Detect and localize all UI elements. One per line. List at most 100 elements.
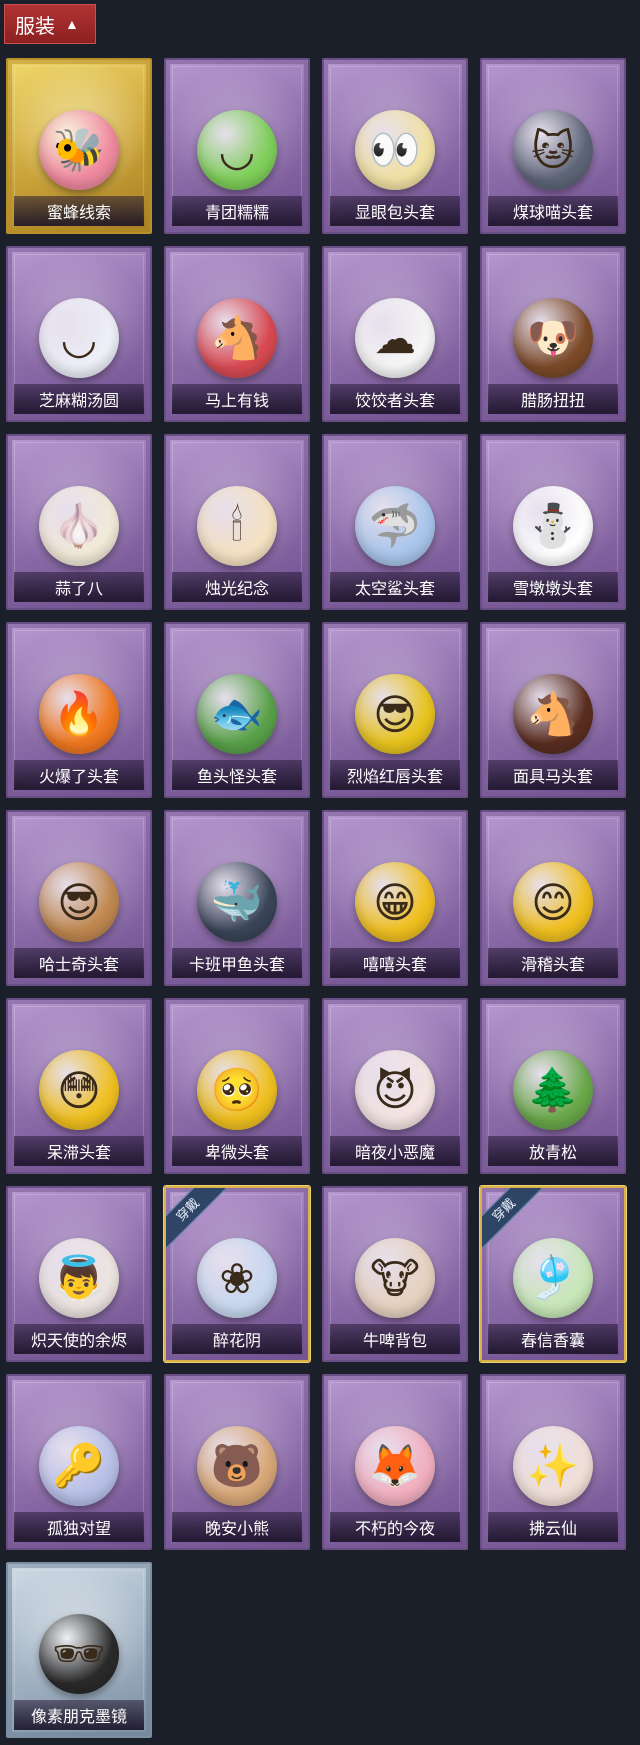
whale-head-icon: 🐳: [197, 862, 277, 942]
costume-item-card[interactable]: 🔑 孤独对望: [6, 1374, 152, 1550]
costume-item-card[interactable]: 🐟 鱼头怪头套: [164, 622, 310, 798]
shark-head-icon: 🦈: [355, 486, 435, 566]
fairy-keychain-icon: ✨: [513, 1426, 593, 1506]
funny-emoji-head-icon: 😊: [513, 862, 593, 942]
item-name-label: 暗夜小恶魔: [330, 1136, 460, 1166]
costume-item-card[interactable]: 🐮 牛啤背包: [322, 1186, 468, 1362]
item-name-label: 放青松: [488, 1136, 618, 1166]
costume-item-card[interactable]: 🥺 卑微头套: [164, 998, 310, 1174]
item-name-label: 拂云仙: [488, 1512, 618, 1542]
item-name-label: 卡班甲鱼头套: [172, 948, 302, 978]
costume-item-card[interactable]: 🐶 腊肠扭扭: [480, 246, 626, 422]
costume-item-card[interactable]: 🐱 煤球喵头套: [480, 58, 626, 234]
gray-cat-head-icon: 🐱: [513, 110, 593, 190]
item-name-label: 火爆了头套: [14, 760, 144, 790]
item-name-label: 烛光纪念: [172, 572, 302, 602]
item-name-label: 滑稽头套: [488, 948, 618, 978]
section-title: 服装: [15, 15, 55, 38]
horse-mask-head-icon: 🐴: [513, 674, 593, 754]
angel-figure-icon: 👼: [39, 1238, 119, 1318]
costume-item-card[interactable]: 穿戴 ❀ 醉花阴: [164, 1186, 310, 1362]
chevron-up-icon: ▲: [65, 16, 79, 32]
yellow-mouse-head-icon: 😎: [355, 674, 435, 754]
costume-item-card[interactable]: ◡ 青团糯糯: [164, 58, 310, 234]
humble-emoji-head-icon: 🥺: [197, 1050, 277, 1130]
devil-bust-icon: 😈: [355, 1050, 435, 1130]
costume-item-card[interactable]: ✨ 拂云仙: [480, 1374, 626, 1550]
item-name-label: 腊肠扭扭: [488, 384, 618, 414]
costume-item-card[interactable]: 🐻 晚安小熊: [164, 1374, 310, 1550]
costume-item-card[interactable]: 🕯 烛光纪念: [164, 434, 310, 610]
item-name-label: 呆滞头套: [14, 1136, 144, 1166]
snowman-head-icon: ⛄: [513, 486, 593, 566]
red-horse-head-icon: 🐴: [197, 298, 277, 378]
costume-item-card[interactable]: 🦈 太空鲨头套: [322, 434, 468, 610]
costume-item-card[interactable]: 👼 炽天使的余烬: [6, 1186, 152, 1362]
dachshund-head-icon: 🐶: [513, 298, 593, 378]
item-name-label: 雪墩墩头套: [488, 572, 618, 602]
item-name-label: 哈士奇头套: [14, 948, 144, 978]
item-name-label: 牛啤背包: [330, 1324, 460, 1354]
pink-bear-bee-costume-icon: 🐝: [39, 110, 119, 190]
item-name-label: 嘻嘻头套: [330, 948, 460, 978]
item-name-label: 像素朋克墨镜: [14, 1700, 144, 1730]
pixel-sunglasses-icon: 🕶: [39, 1614, 119, 1694]
item-name-label: 蜜蜂线索: [14, 196, 144, 226]
fire-head-icon: 🔥: [39, 674, 119, 754]
costume-item-card[interactable]: 穿戴 🎐 春信香囊: [480, 1186, 626, 1362]
costume-item-card[interactable]: 😳 呆滞头套: [6, 998, 152, 1174]
costume-item-card[interactable]: 🦊 不朽的今夜: [322, 1374, 468, 1550]
costume-section-header[interactable]: 服装 ▲: [4, 4, 96, 44]
costume-item-card[interactable]: ⛄ 雪墩墩头套: [480, 434, 626, 610]
item-name-label: 青团糯糯: [172, 196, 302, 226]
item-name-label: 鱼头怪头套: [172, 760, 302, 790]
item-name-label: 晚安小熊: [172, 1512, 302, 1542]
costume-item-card[interactable]: 🌲 放青松: [480, 998, 626, 1174]
costume-item-card[interactable]: 🐝 蜜蜂线索: [6, 58, 152, 234]
item-name-label: 孤独对望: [14, 1512, 144, 1542]
costume-item-card[interactable]: 😎 烈焰红唇头套: [322, 622, 468, 798]
costume-item-card[interactable]: 😊 滑稽头套: [480, 810, 626, 986]
item-name-label: 不朽的今夜: [330, 1512, 460, 1542]
item-name-label: 芝麻糊汤圆: [14, 384, 144, 414]
item-name-label: 面具马头套: [488, 760, 618, 790]
costume-item-card[interactable]: 👀 显眼包头套: [322, 58, 468, 234]
costume-item-card[interactable]: 🐴 面具马头套: [480, 622, 626, 798]
costume-item-card[interactable]: 🕶 像素朋克墨镜: [6, 1562, 152, 1738]
item-name-label: 煤球喵头套: [488, 196, 618, 226]
white-rice-ball-head-icon: ◡: [39, 298, 119, 378]
costume-item-card[interactable]: ◡ 芝麻糊汤圆: [6, 246, 152, 422]
item-name-label: 蒜了八: [14, 572, 144, 602]
cloud-dumpling-head-icon: ☁: [355, 298, 435, 378]
item-name-label: 醉花阴: [172, 1324, 302, 1354]
costume-item-card[interactable]: 😈 暗夜小恶魔: [322, 998, 468, 1174]
costume-item-card[interactable]: 😁 嘻嘻头套: [322, 810, 468, 986]
item-name-label: 春信香囊: [488, 1324, 618, 1354]
costume-item-card[interactable]: 🐴 马上有钱: [164, 246, 310, 422]
costume-grid: 🐝 蜜蜂线索 ◡ 青团糯糯 👀 显眼包头套 🐱 煤球喵头套 ◡ 芝麻糊汤圆 🐴 马上有钱 ☁ 饺饺者头套 🐶…: [6, 58, 626, 1738]
item-name-label: 烈焰红唇头套: [330, 760, 460, 790]
potted-pine-icon: 🌲: [513, 1050, 593, 1130]
cow-beer-barrel-icon: 🐮: [355, 1238, 435, 1318]
item-name-label: 炽天使的余烬: [14, 1324, 144, 1354]
item-name-label: 太空鲨头套: [330, 572, 460, 602]
equipped-ribbon: 穿戴: [482, 1188, 544, 1250]
costume-item-card[interactable]: ☁ 饺饺者头套: [322, 246, 468, 422]
scent-pouch-icon: 🎐: [513, 1238, 593, 1318]
costume-item-card[interactable]: 🐳 卡班甲鱼头套: [164, 810, 310, 986]
lightbulb-head-icon: 👀: [355, 110, 435, 190]
item-name-label: 显眼包头套: [330, 196, 460, 226]
candle-head-icon: 🕯: [197, 486, 277, 566]
grin-emoji-head-icon: 😁: [355, 862, 435, 942]
stunned-emoji-head-icon: 😳: [39, 1050, 119, 1130]
keychain-figure-icon: 🔑: [39, 1426, 119, 1506]
flower-ornament-icon: ❀: [197, 1238, 277, 1318]
costume-item-card[interactable]: 🧄 蒜了八: [6, 434, 152, 610]
item-name-label: 马上有钱: [172, 384, 302, 414]
husky-head-icon: 😎: [39, 862, 119, 942]
costume-item-card[interactable]: 🔥 火爆了头套: [6, 622, 152, 798]
garlic-head-icon: 🧄: [39, 486, 119, 566]
fish-head-icon: 🐟: [197, 674, 277, 754]
bear-keychain-icon: 🐻: [197, 1426, 277, 1506]
costume-item-card[interactable]: 😎 哈士奇头套: [6, 810, 152, 986]
